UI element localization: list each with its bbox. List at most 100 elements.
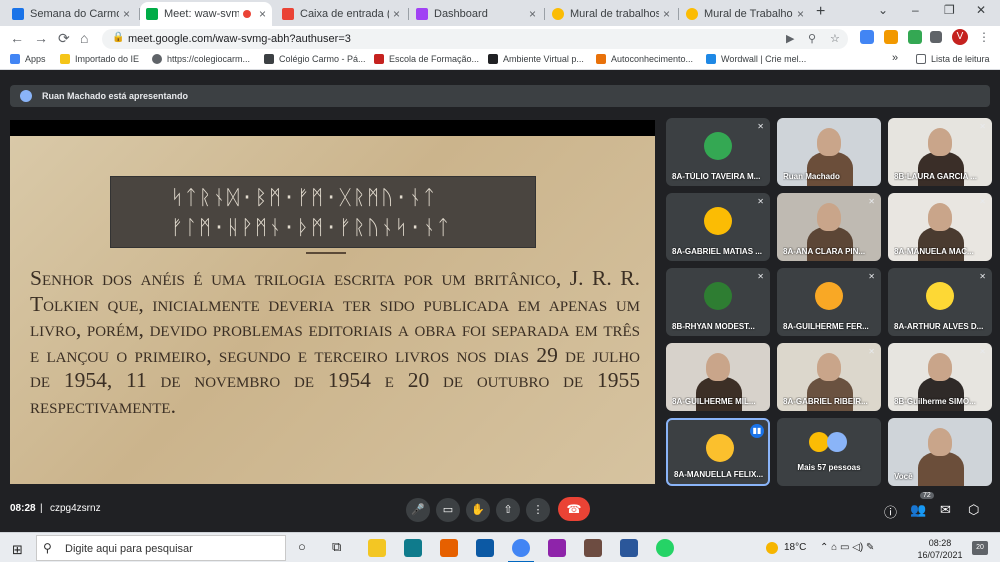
word-icon[interactable] <box>620 539 638 557</box>
close-icon[interactable]: × <box>797 7 804 21</box>
close-icon[interactable]: × <box>123 7 130 21</box>
whatsapp-icon[interactable] <box>656 539 674 557</box>
participant-tile-8a-manuella-felix[interactable]: 8A-MANUELLA FELIX... ▮▮ <box>666 418 770 486</box>
system-tray-icons[interactable]: ⌃ ⌂ ▭ ◁) ✎ <box>820 542 874 553</box>
participant-tile-8a-ana-clara-pin[interactable]: 8A-ANA CLARA PIN... ✕ <box>777 193 881 261</box>
slide-body-text: Senhor dos anéis é uma trilogia escrita … <box>30 266 640 418</box>
maximize-button[interactable]: ❐ <box>944 3 955 17</box>
close-icon[interactable]: × <box>393 7 400 21</box>
meeting-details-icon[interactable]: ⓘ <box>884 502 897 521</box>
chat-icon[interactable]: ✉ <box>940 502 951 518</box>
search-placeholder: Digite aqui para pesquisar <box>65 543 193 555</box>
participant-tile-8a-gabriel-ribeir[interactable]: 8A-GABRIEL RIBEIR... ✕ <box>777 343 881 411</box>
participant-tile-8b-laura-garcia[interactable]: 8B-LAURA GARCIA ... ✕ <box>888 118 992 186</box>
reload-button[interactable]: ⟳ <box>58 30 70 47</box>
raise-hand-button[interactable]: ✋ <box>466 498 490 522</box>
bookmark-star-icon[interactable]: ☆ <box>830 32 840 45</box>
windows-start-icon[interactable]: ⊞ <box>12 542 23 558</box>
taskbar-app-icon[interactable] <box>404 539 422 557</box>
activities-icon[interactable]: ⬡ <box>968 502 979 518</box>
profile-avatar[interactable]: V <box>952 29 968 45</box>
new-tab-button[interactable]: + <box>816 3 825 21</box>
weather-sun-icon[interactable] <box>766 542 778 554</box>
participant-tile-8a-guilherme-mil[interactable]: 8A-GUILHERME MIL... <box>666 343 770 411</box>
participant-name: 8B-Guilherme SIMO... <box>894 397 976 406</box>
participant-tile-8a-gabriel-matias[interactable]: 8A-GABRIEL MATIAS ... ✕ <box>666 193 770 261</box>
screen: Semana do Carmo - 8° × Meet: waw-svmg- ×… <box>0 0 1000 562</box>
tab-mural-2[interactable]: Mural de Trabalhos do × <box>680 2 810 26</box>
close-window-button[interactable]: ✕ <box>976 3 986 17</box>
more-participants-avatar <box>809 432 829 452</box>
participant-tile-ruan-machado[interactable]: Ruan Machado <box>777 118 881 186</box>
chrome-icon[interactable] <box>512 539 530 557</box>
tab-search-icon[interactable]: ⌄ <box>878 3 888 17</box>
speaking-indicator-icon: ▮▮ <box>750 424 764 438</box>
bookmarks-overflow-button[interactable]: » <box>892 52 898 64</box>
bookmark-importado[interactable]: Importado do IE <box>60 54 139 64</box>
meet-icon <box>146 8 158 20</box>
bookmark-colegiocarmo-url[interactable]: https://colegiocarm... <box>152 54 250 64</box>
tab-mural-1[interactable]: Mural de trabalhos do × <box>546 2 676 26</box>
edge-icon[interactable] <box>476 539 494 557</box>
weather-temperature[interactable]: 18°C <box>784 542 806 553</box>
forward-button[interactable]: → <box>34 30 48 46</box>
participant-video-face <box>817 203 841 231</box>
participant-name: Você <box>894 472 913 481</box>
task-view-icon[interactable]: ⧉ <box>332 539 341 555</box>
participant-tile-8a-arthur-alves-d[interactable]: 8A-ARTHUR ALVES D... ✕ <box>888 268 992 336</box>
participant-tile-8a-t-lio-taveira-m[interactable]: 8A-TÚLIO TAVEIRA M... ✕ <box>666 118 770 186</box>
camera-in-use-icon[interactable]: ▶ <box>786 32 794 45</box>
participant-video-face <box>928 428 952 456</box>
home-button[interactable]: ⌂ <box>80 30 88 46</box>
back-button[interactable]: ← <box>10 30 24 46</box>
windows-taskbar: ⊞ ⚲ Digite aqui para pesquisar ○ ⧉ 18°C … <box>0 532 1000 562</box>
taskbar-app-icon[interactable] <box>548 539 566 557</box>
close-icon[interactable]: × <box>259 7 266 21</box>
participant-tile-8a-manuela-mac[interactable]: 8A-MANUELA MAC... ✕ <box>888 193 992 261</box>
tab-meet[interactable]: Meet: waw-svmg- × <box>140 2 272 26</box>
extension-icon[interactable] <box>860 30 874 44</box>
notifications-icon[interactable]: 20 <box>972 541 988 555</box>
presenter-avatar <box>20 90 32 102</box>
rune-inscription: ᛋᛏᚱᚾᛞ·ᛒᛗ·ᚠᛗ·ᚷᚱᛗᚢ·ᚾᛏ ᚠᛚᛗ·ᚺᚹᛗᚾ·ᚦᛗ·ᚠᚱᚢᚾᛋ·ᚾᛏ <box>110 176 536 248</box>
extension-icon[interactable] <box>884 30 898 44</box>
bookmark-escola-formacao[interactable]: Escola de Formação... <box>374 54 479 64</box>
cortana-icon[interactable]: ○ <box>298 539 306 554</box>
file-explorer-icon[interactable] <box>368 539 386 557</box>
bookmark-colegio-carmo[interactable]: Colégio Carmo - Pá... <box>264 54 366 64</box>
more-options-button[interactable]: ⋮ <box>526 498 550 522</box>
camera-button[interactable]: ▭ <box>436 498 460 522</box>
participant-tile-mais-57-pessoas[interactable]: Mais 57 pessoas <box>777 418 881 486</box>
bookmark-wordwall[interactable]: Wordwall | Crie mel... <box>706 54 806 64</box>
leave-call-button[interactable]: ☎ <box>558 497 590 521</box>
bookmark-apps[interactable]: Apps <box>10 54 46 64</box>
microphone-button[interactable]: 🎤 <box>406 498 430 522</box>
browser-menu-icon[interactable]: ⋮ <box>978 30 990 44</box>
minimize-button[interactable]: – <box>912 3 919 17</box>
tab-dashboard[interactable]: Dashboard × <box>410 2 542 26</box>
tab-semana-do-carmo[interactable]: Semana do Carmo - 8° × <box>6 2 136 26</box>
taskbar-clock[interactable]: 08:28 16/07/2021 <box>912 537 968 561</box>
reading-list-button[interactable]: Lista de leitura <box>916 54 990 64</box>
participant-tile-8b-guilherme-simo[interactable]: 8B-Guilherme SIMO... ✕ <box>888 343 992 411</box>
presentation-slide[interactable]: ᛋᛏᚱᚾᛞ·ᛒᛗ·ᚠᛗ·ᚷᚱᛗᚢ·ᚾᛏ ᚠᛚᛗ·ᚺᚹᛗᚾ·ᚦᛗ·ᚠᚱᚢᚾᛋ·ᚾᛏ… <box>10 120 655 484</box>
close-icon[interactable]: × <box>663 7 670 21</box>
bookmark-autoconhecimento[interactable]: Autoconhecimento... <box>596 54 693 64</box>
taskbar-search-input[interactable]: ⚲ Digite aqui para pesquisar <box>36 535 286 561</box>
people-icon[interactable]: 👥 <box>910 502 926 518</box>
extension-icon[interactable] <box>908 30 922 44</box>
extensions-puzzle-icon[interactable] <box>930 31 942 43</box>
present-screen-button[interactable]: ⇧ <box>496 498 520 522</box>
participant-tile-8a-guilherme-fer[interactable]: 8A-GUILHERME FER... ✕ <box>777 268 881 336</box>
zoom-icon[interactable]: ⚲ <box>808 32 816 45</box>
address-bar[interactable]: 🔒 meet.google.com/waw-svmg-abh?authuser=… <box>102 29 848 49</box>
close-icon[interactable]: × <box>529 7 536 21</box>
taskbar-app-icon[interactable] <box>584 539 602 557</box>
participant-tile-8b-rhyan-modest[interactable]: 8B-RHYAN MODEST... ✕ <box>666 268 770 336</box>
firefox-icon[interactable] <box>440 539 458 557</box>
tab-gmail[interactable]: Caixa de entrada (41) × <box>276 2 406 26</box>
participant-tile-voc[interactable]: Você <box>888 418 992 486</box>
mic-off-icon: ✕ <box>757 272 764 281</box>
browser-tab-strip: Semana do Carmo - 8° × Meet: waw-svmg- ×… <box>0 0 1000 26</box>
bookmark-ambiente-virtual[interactable]: Ambiente Virtual p... <box>488 54 584 64</box>
